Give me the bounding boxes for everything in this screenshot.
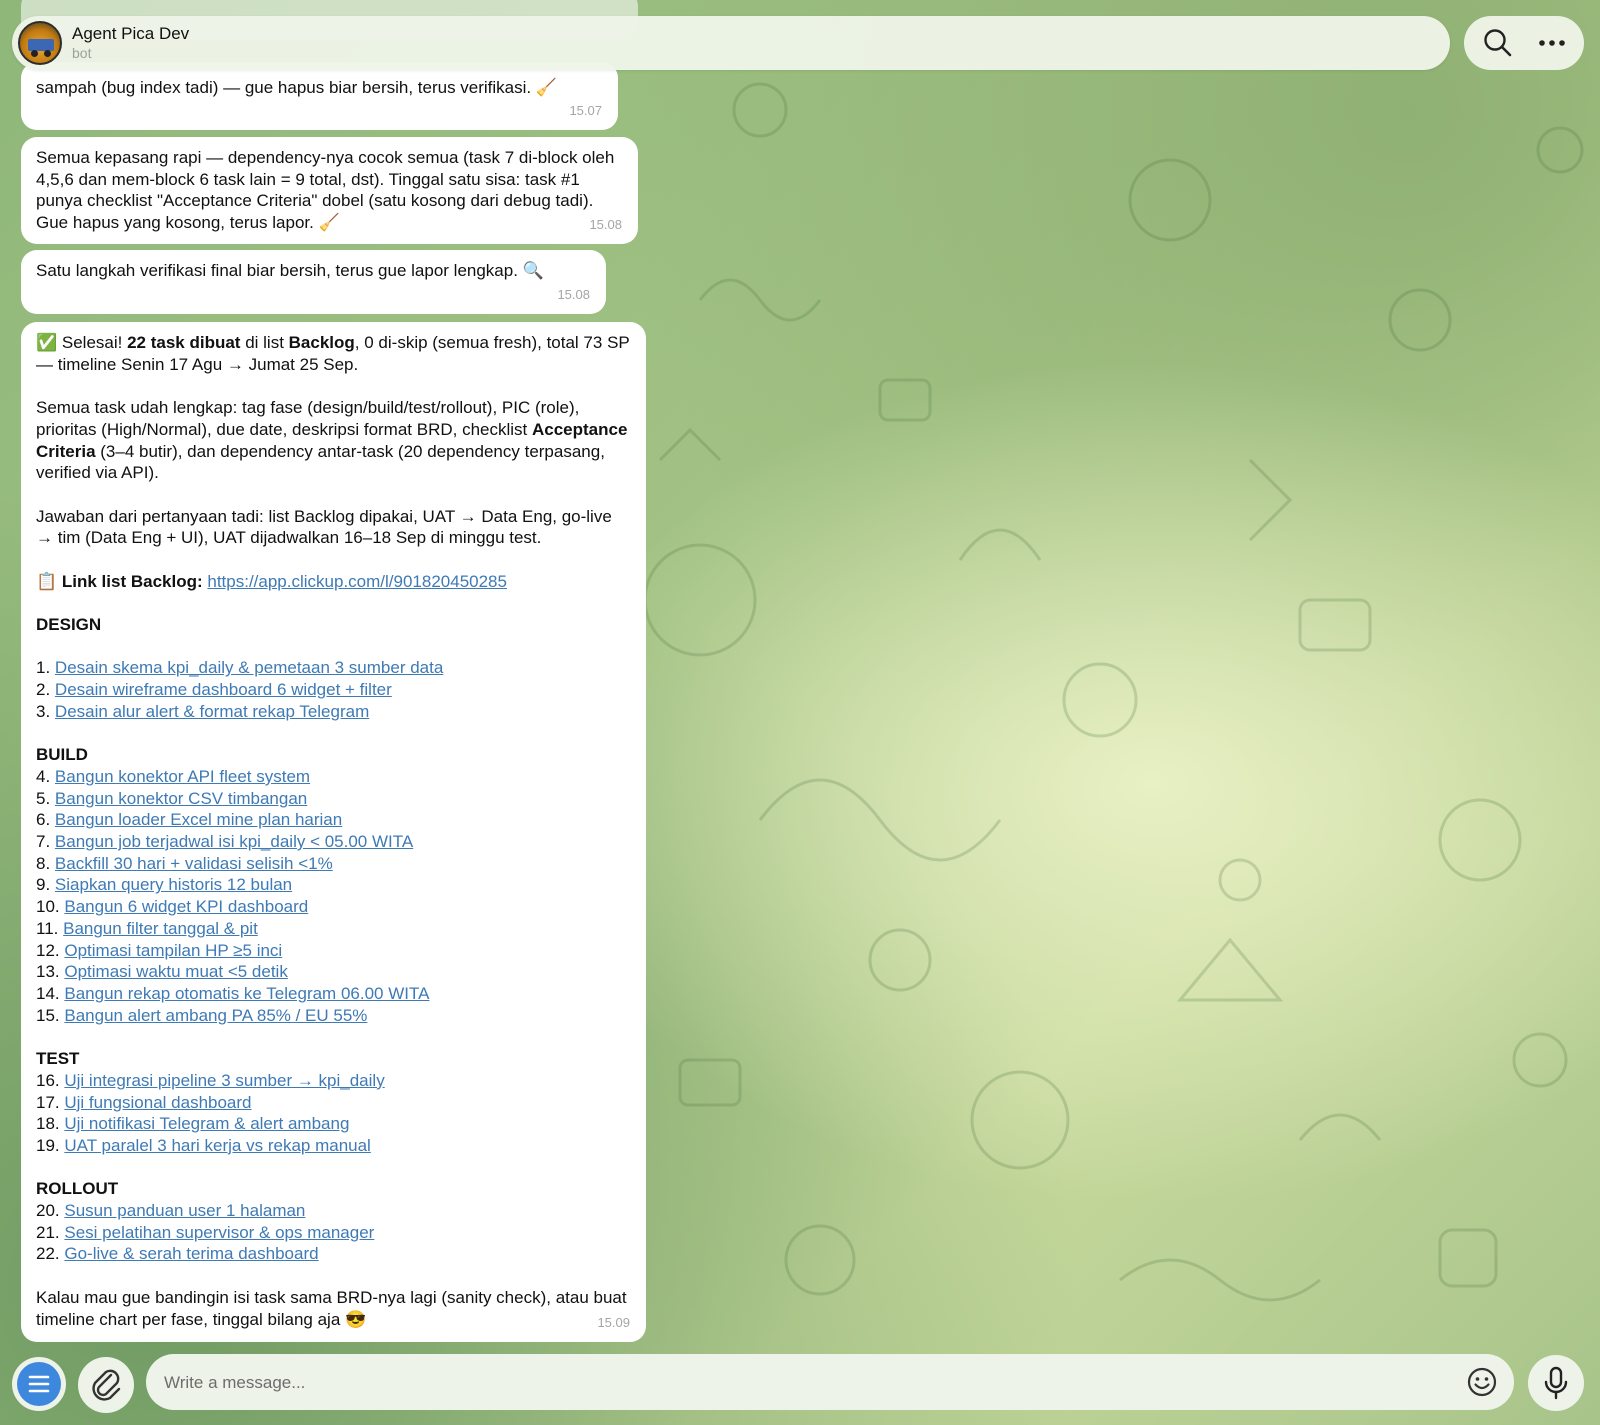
task-link[interactable]: Uji notifikasi Telegram & alert ambang: [64, 1114, 349, 1133]
message-bubble: Semua kepasang rapi — dependency-nya coc…: [21, 137, 638, 244]
task-link[interactable]: UAT paralel 3 hari kerja vs rekap manual: [64, 1136, 370, 1155]
task-link[interactable]: Uji integrasi pipeline 3 sumber → kpi_da…: [64, 1071, 384, 1090]
task-link[interactable]: Bangun 6 widget KPI dashboard: [64, 897, 308, 916]
task-link[interactable]: Optimasi waktu muat <5 detik: [64, 962, 287, 981]
message-text: Satu langkah verifikasi final biar bersi…: [36, 261, 544, 280]
task-item: 18. Uji notifikasi Telegram & alert amba…: [36, 1114, 350, 1134]
chat-header[interactable]: Agent Pica Dev bot: [12, 16, 1450, 70]
task-item: 8. Backfill 30 hari + validasi selisih <…: [36, 853, 333, 873]
task-link[interactable]: Siapkan query historis 12 bulan: [55, 875, 292, 894]
message-bubble: Satu langkah verifikasi final biar bersi…: [21, 250, 606, 314]
task-link[interactable]: Susun panduan user 1 halaman: [64, 1201, 305, 1220]
task-item: 13. Optimasi waktu muat <5 detik: [36, 962, 288, 982]
microphone-icon: [1544, 1366, 1568, 1400]
details-paragraph: Semua task udah lengkap: tag fase (desig…: [36, 398, 628, 483]
message-bubble: sampah (bug index tadi) — gue hapus biar…: [21, 62, 618, 130]
task-item: 17. Uji fungsional dashboard: [36, 1092, 252, 1112]
wheel-icon: [44, 50, 51, 57]
task-item: 2. Desain wireframe dashboard 6 widget +…: [36, 680, 392, 700]
header-actions: [1464, 16, 1584, 70]
task-item: 10. Bangun 6 widget KPI dashboard: [36, 897, 309, 917]
emoji-button[interactable]: [1466, 1366, 1498, 1398]
task-item: 1. Desain skema kpi_daily & pemetaan 3 s…: [36, 658, 444, 678]
task-item: 5. Bangun konektor CSV timbangan: [36, 788, 308, 808]
task-item: 16. Uji integrasi pipeline 3 sumber → kp…: [36, 1070, 385, 1090]
message-time: 15.07: [569, 103, 602, 119]
message-input[interactable]: [162, 1354, 1446, 1412]
message-text: sampah (bug index tadi) — gue hapus biar…: [36, 78, 558, 97]
message-time: 15.09: [597, 1315, 630, 1331]
menu-button[interactable]: [12, 1357, 66, 1411]
task-item: 19. UAT paralel 3 hari kerja vs rekap ma…: [36, 1135, 371, 1155]
summary-message-bubble: ✅ Selesai! 22 task dibuat di list Backlo…: [21, 322, 646, 1342]
emoji-icon: [1467, 1367, 1497, 1397]
chat-subtitle: bot: [72, 45, 92, 61]
search-button[interactable]: [1482, 27, 1514, 59]
paperclip-icon: [92, 1369, 121, 1401]
task-link[interactable]: Bangun filter tanggal & pit: [63, 919, 258, 938]
wheel-icon: [31, 50, 38, 57]
task-item: 7. Bangun job terjadwal isi kpi_daily < …: [36, 832, 414, 852]
task-item: 20. Susun panduan user 1 halaman: [36, 1201, 306, 1220]
backlog-link-line: 📋 Link list Backlog: https://app.clickup…: [36, 571, 507, 591]
task-link[interactable]: Bangun job terjadwal isi kpi_daily < 05.…: [55, 832, 413, 851]
chat-title: Agent Pica Dev: [72, 24, 190, 43]
section-heading-test: TEST: [36, 1049, 80, 1069]
message-time: 15.08: [557, 287, 590, 303]
message-text: Semua kepasang rapi — dependency-nya coc…: [36, 148, 615, 233]
answers-paragraph: Jawaban dari pertanyaan tadi: list Backl…: [36, 506, 612, 548]
task-item: 9. Siapkan query historis 12 bulan: [36, 875, 293, 895]
task-item: 4. Bangun konektor API fleet system: [36, 766, 311, 786]
task-link[interactable]: Bangun konektor CSV timbangan: [55, 789, 307, 808]
task-link[interactable]: Desain wireframe dashboard 6 widget + fi…: [55, 680, 392, 699]
task-link[interactable]: Desain skema kpi_daily & pemetaan 3 sumb…: [55, 658, 443, 677]
task-link[interactable]: Uji fungsional dashboard: [64, 1093, 251, 1112]
task-item: 22. Go-live & serah terima dashboard: [36, 1244, 319, 1264]
task-item: 12. Optimasi tampilan HP ≥5 inci: [36, 940, 283, 960]
task-link[interactable]: Bangun konektor API fleet system: [55, 767, 310, 786]
truck-icon: [28, 39, 54, 51]
more-button[interactable]: [1536, 27, 1568, 59]
attach-button[interactable]: [78, 1357, 134, 1413]
task-link[interactable]: Backfill 30 hari + validasi selisih <1%: [55, 854, 333, 873]
microphone-button[interactable]: [1528, 1355, 1584, 1411]
task-item: 14. Bangun rekap otomatis ke Telegram 06…: [36, 984, 430, 1003]
task-link[interactable]: Bangun loader Excel mine plan harian: [55, 810, 342, 829]
task-item: 15. Bangun alert ambang PA 85% / EU 55%: [36, 1005, 368, 1025]
task-item: 21. Sesi pelatihan supervisor & ops mana…: [36, 1222, 375, 1242]
summary-paragraph: ✅ Selesai! 22 task dibuat di list Backlo…: [36, 333, 630, 374]
task-item: 6. Bangun loader Excel mine plan harian: [36, 810, 343, 830]
section-heading-build: BUILD: [36, 745, 88, 765]
task-link[interactable]: Bangun rekap otomatis ke Telegram 06.00 …: [64, 984, 429, 1003]
backlog-link[interactable]: https://app.clickup.com/l/901820450285: [207, 572, 507, 591]
task-link[interactable]: Bangun alert ambang PA 85% / EU 55%: [64, 1006, 367, 1025]
task-link[interactable]: Go-live & serah terima dashboard: [64, 1244, 318, 1263]
search-icon: [1484, 29, 1512, 57]
task-link[interactable]: Desain alur alert & format rekap Telegra…: [55, 702, 369, 721]
task-item: 11. Bangun filter tanggal & pit: [36, 918, 258, 938]
more-icon: [1539, 40, 1565, 46]
avatar[interactable]: [18, 21, 62, 65]
message-composer: [146, 1354, 1514, 1412]
section-heading-rollout: ROLLOUT: [36, 1179, 119, 1199]
section-heading-design: DESIGN: [36, 615, 102, 635]
task-item: 3. Desain alur alert & format rekap Tele…: [36, 701, 370, 721]
message-time: 15.08: [589, 217, 622, 233]
menu-icon: [28, 1375, 50, 1393]
closing-paragraph: Kalau mau gue bandingin isi task sama BR…: [36, 1287, 627, 1329]
task-link[interactable]: Optimasi tampilan HP ≥5 inci: [64, 941, 282, 960]
task-link[interactable]: Sesi pelatihan supervisor & ops manager: [64, 1223, 374, 1242]
